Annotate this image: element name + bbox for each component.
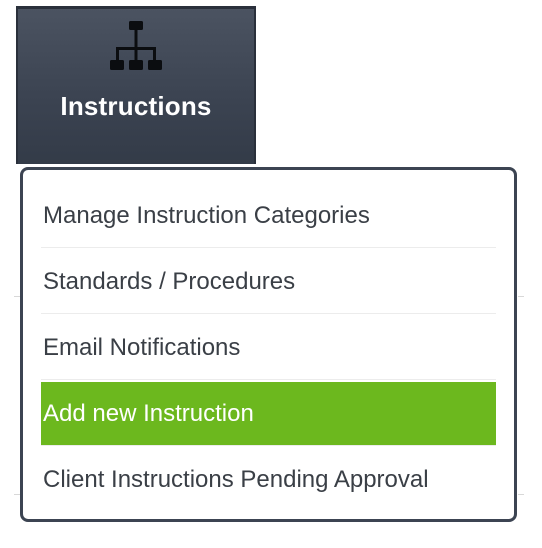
instructions-menu-button[interactable]: Instructions [16,6,256,164]
menu-item-add-new-instruction[interactable]: Add new Instruction [41,382,496,446]
dropdown-item-list: Manage Instruction Categories Standards … [41,184,496,512]
menu-item-client-instructions-pending-approval[interactable]: Client Instructions Pending Approval [41,448,496,512]
menu-item-manage-instruction-categories[interactable]: Manage Instruction Categories [41,184,496,248]
menu-item-standards-procedures[interactable]: Standards / Procedures [41,250,496,314]
page: Instructions Manage Instruction Categori… [0,0,542,548]
instructions-dropdown-menu: Manage Instruction Categories Standards … [20,167,517,522]
background-divider [14,494,20,495]
menu-item-email-notifications[interactable]: Email Notifications [41,316,496,380]
background-divider [518,494,524,495]
sitemap-icon [110,21,162,70]
background-divider [518,296,524,297]
background-divider [14,296,20,297]
instructions-menu-label: Instructions [60,91,212,121]
